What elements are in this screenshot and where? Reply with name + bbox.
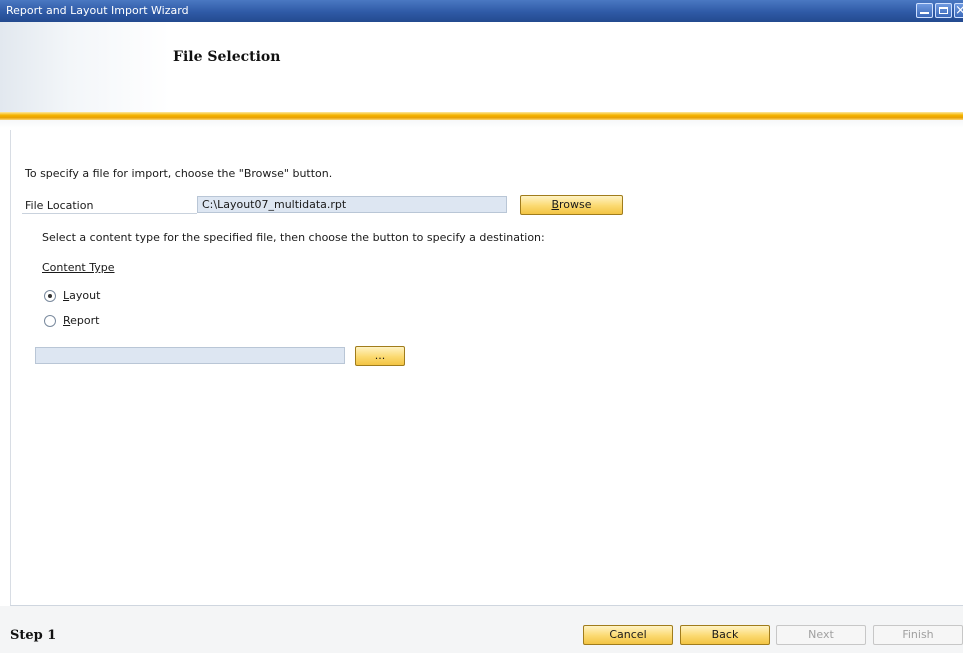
header-divider-shadow [0, 120, 963, 128]
maximize-icon[interactable] [935, 3, 952, 18]
header-divider [0, 112, 963, 120]
wizard-header: File Selection [0, 22, 963, 112]
page-title: File Selection [173, 49, 281, 65]
file-location-label: File Location [25, 199, 94, 212]
instruction-text: To specify a file for import, choose the… [25, 167, 333, 180]
title-bar[interactable]: Report and Layout Import Wizard [0, 0, 963, 22]
back-button[interactable]: Back [680, 625, 770, 645]
layout-label-rest: ayout [69, 289, 101, 302]
report-radio-label[interactable]: Report [63, 314, 99, 327]
destination-browse-button[interactable]: ... [355, 346, 405, 366]
window-controls [916, 0, 963, 22]
layout-radio[interactable] [44, 290, 56, 302]
browse-label-rest: rowse [559, 198, 592, 211]
report-label-rest: eport [70, 314, 100, 327]
file-location-field[interactable]: C:\Layout07_multidata.rpt [197, 196, 507, 213]
minimize-icon[interactable] [916, 3, 933, 18]
select-instruction-text: Select a content type for the specified … [42, 231, 545, 244]
content-type-label: Content Type [42, 261, 115, 274]
browse-button[interactable]: Browse [520, 195, 623, 215]
report-radio[interactable] [44, 315, 56, 327]
step-indicator: Step 1 [10, 628, 57, 643]
finish-button[interactable]: Finish [873, 625, 963, 645]
cancel-button[interactable]: Cancel [583, 625, 673, 645]
browse-accel: B [551, 198, 560, 211]
file-location-label-underline [22, 213, 197, 214]
destination-field[interactable] [35, 347, 345, 364]
window-title: Report and Layout Import Wizard [6, 4, 189, 17]
next-button[interactable]: Next [776, 625, 866, 645]
left-border [10, 130, 11, 605]
close-icon[interactable] [954, 0, 963, 22]
layout-radio-label[interactable]: Layout [63, 289, 100, 302]
